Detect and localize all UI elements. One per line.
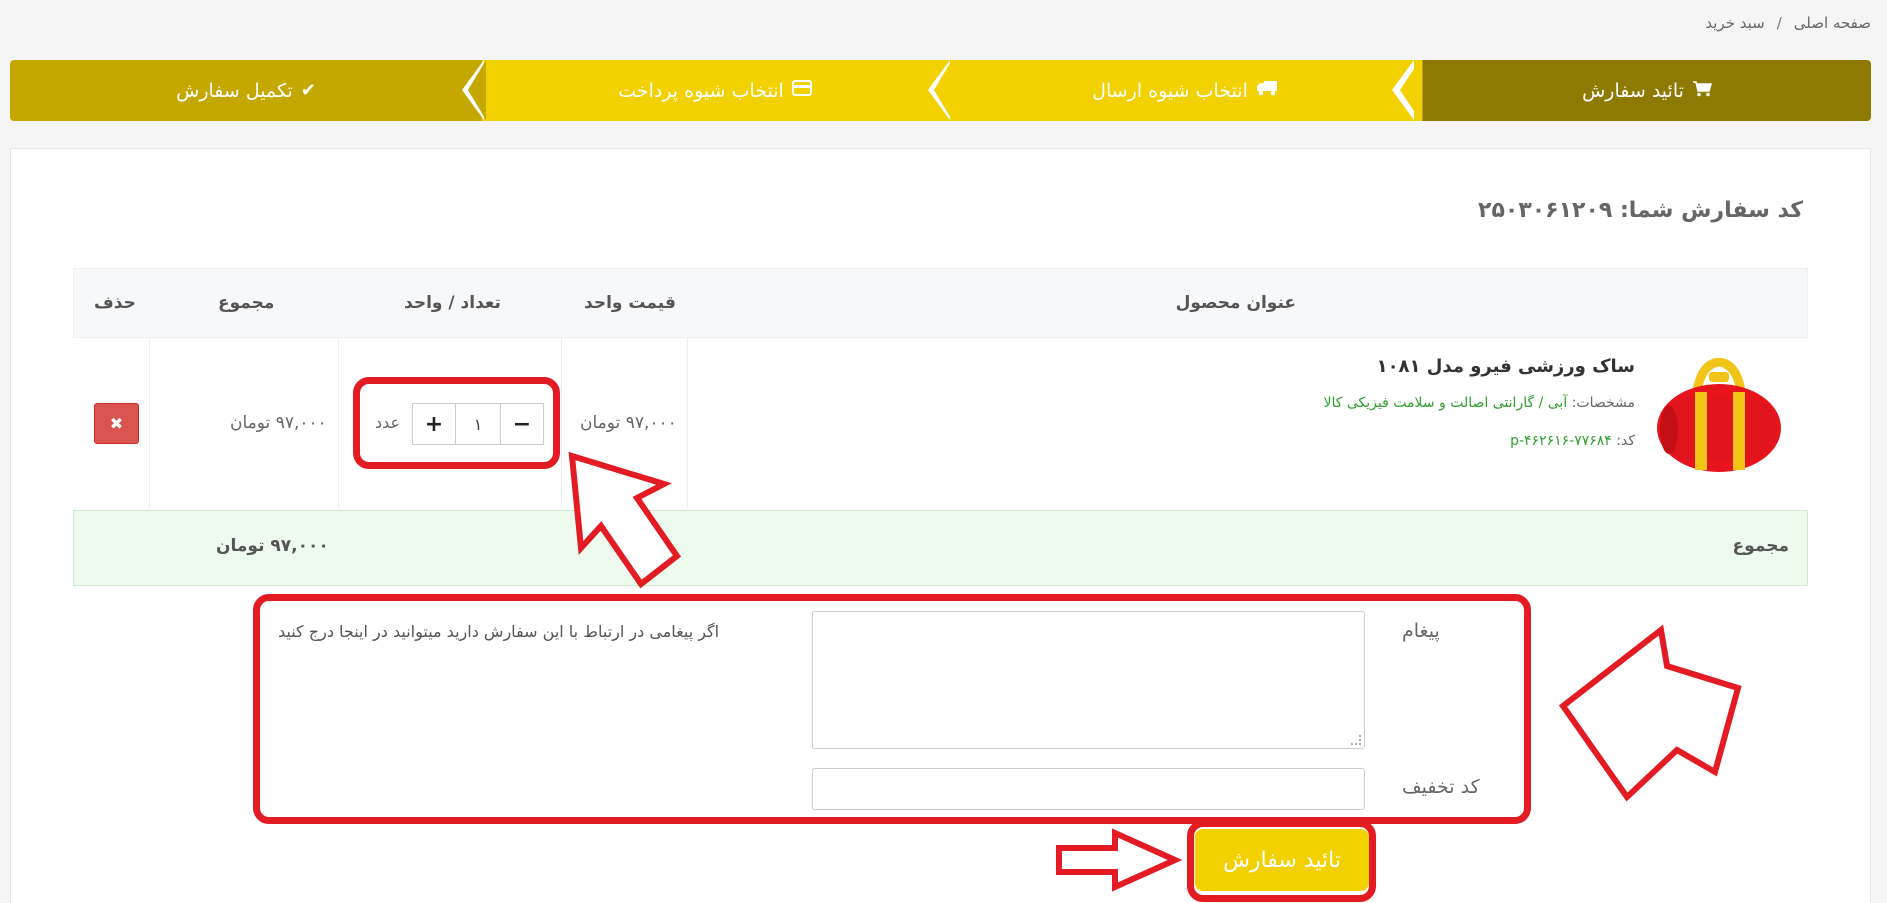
breadcrumb-current: سبد خرید — [1705, 14, 1765, 32]
message-hint: اگر پیغامی در ارتباط با این سفارش دارید … — [278, 622, 720, 641]
close-icon: ✖ — [109, 414, 124, 433]
header-product: عنوان محصول — [1175, 293, 1296, 313]
order-code: کد سفارش شما: ۲۵۰۳۰۶۱۲۰۹ — [1478, 198, 1803, 223]
sum-value: ۹۷,۰۰۰ تومان — [216, 536, 329, 556]
qty-increase-button[interactable]: + — [412, 403, 456, 445]
step-divider — [934, 60, 952, 120]
column-divider — [149, 338, 150, 508]
spec-value: آبی / گارانتی اصالت و سلامت فیزیکی کالا — [1323, 395, 1568, 411]
resize-handle[interactable] — [1351, 735, 1361, 745]
step-label: تکمیل سفارش — [176, 79, 293, 102]
step-confirm-order[interactable]: تائید سفارش — [1422, 60, 1871, 121]
step-label: انتخاب شیوه ارسال — [1092, 79, 1248, 102]
message-textarea[interactable] — [812, 611, 1365, 749]
qty-decrease-button[interactable]: − — [500, 403, 544, 445]
header-delete: حذف — [94, 293, 136, 313]
header-unit-price: قیمت واحد — [584, 293, 676, 313]
discount-label: کد تخفیف — [1402, 776, 1480, 798]
column-divider — [338, 338, 339, 508]
step-label: انتخاب شیوه پرداخت — [618, 79, 784, 102]
column-divider — [687, 338, 688, 508]
discount-code-input[interactable] — [812, 768, 1365, 810]
product-image[interactable] — [1653, 357, 1785, 478]
breadcrumb-separator: / — [1776, 14, 1782, 32]
cart-sum-row — [73, 510, 1808, 586]
breadcrumb-home-link[interactable]: صفحه اصلی — [1794, 14, 1871, 32]
step-label: تائید سفارش — [1582, 79, 1684, 102]
product-spec: مشخصات: آبی / گارانتی اصالت و سلامت فیزی… — [1324, 395, 1635, 411]
quantity-stepper: + ۱ − — [412, 403, 544, 445]
confirm-order-button[interactable]: تائید سفارش — [1195, 829, 1369, 891]
row-total: ۹۷,۰۰۰ تومان — [230, 413, 327, 433]
qty-unit-label: عدد — [375, 413, 401, 432]
step-complete-order[interactable]: ✔ تکمیل سفارش — [10, 60, 482, 121]
checkout-steps: ✔ تکمیل سفارش انتخاب شیوه پرداخت انتخاب … — [10, 60, 1871, 121]
header-total: مجموع — [218, 293, 275, 313]
table-header: عنوان محصول قیمت واحد تعداد / واحد مجموع… — [73, 268, 1808, 338]
delete-item-button[interactable]: ✖ — [94, 403, 139, 444]
cart-icon — [1692, 80, 1712, 102]
check-icon: ✔ — [300, 80, 316, 101]
breadcrumb: صفحه اصلی / سبد خرید — [1705, 14, 1871, 32]
truck-icon — [1256, 80, 1278, 101]
step-divider — [468, 60, 486, 120]
code-label: کد: — [1616, 433, 1635, 449]
header-qty: تعداد / واحد — [404, 293, 501, 313]
step-shipping-method[interactable]: انتخاب شیوه ارسال — [948, 60, 1422, 121]
qty-input[interactable]: ۱ — [456, 403, 500, 445]
step-divider — [1400, 60, 1420, 120]
product-code: کد: p-۴۶۲۶۱۶-۷۷۶۸۴ — [1510, 433, 1635, 449]
sum-label: مجموع — [1732, 536, 1789, 556]
spec-label: مشخصات: — [1571, 395, 1635, 411]
step-payment-method[interactable]: انتخاب شیوه پرداخت — [482, 60, 948, 121]
code-value: p-۴۶۲۶۱۶-۷۷۶۸۴ — [1510, 433, 1612, 449]
unit-price: ۹۷,۰۰۰ تومان — [580, 413, 677, 433]
product-title[interactable]: ساک ورزشی فیرو مدل ۱۰۸۱ — [1377, 356, 1635, 377]
column-divider — [561, 338, 562, 508]
credit-card-icon — [791, 80, 812, 101]
message-label: پیغام — [1402, 620, 1440, 642]
